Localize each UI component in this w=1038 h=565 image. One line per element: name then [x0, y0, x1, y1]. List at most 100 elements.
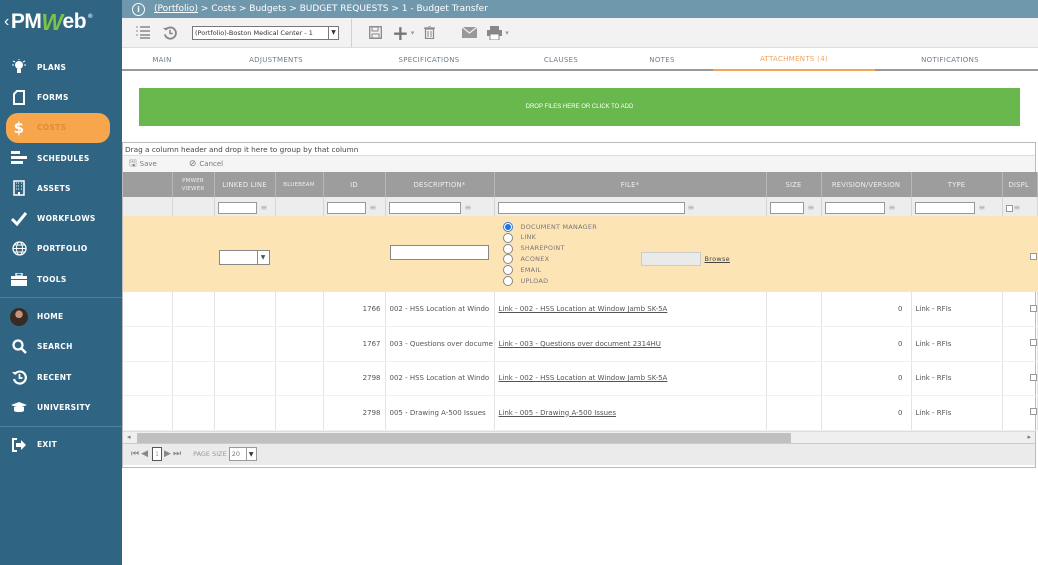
column-header-file[interactable]: FILE* — [494, 172, 767, 197]
id-filter-input[interactable] — [326, 201, 366, 214]
column-header-description[interactable]: DESCRIPTION* — [385, 172, 495, 197]
description-filter-input[interactable] — [388, 201, 461, 214]
breadcrumb-portfolio-link[interactable]: (Portfolio) — [154, 4, 198, 14]
filter-icon[interactable]: ≡ — [979, 203, 986, 212]
prev-page-icon[interactable]: ◀ — [141, 449, 148, 459]
delete-icon[interactable] — [424, 26, 436, 39]
sidebar: ‹ PMWeb® PLANS FORMS $ COSTS SCHEDULES — [0, 0, 122, 565]
list-icon[interactable] — [136, 26, 150, 39]
info-icon[interactable]: i — [132, 2, 145, 16]
print-icon[interactable]: ▾ — [487, 25, 509, 40]
filter-icon[interactable]: ≡ — [808, 203, 815, 212]
grid-cancel-button[interactable]: ⊘ Cancel — [189, 159, 239, 169]
display-checkbox[interactable] — [1029, 373, 1036, 381]
save-icon[interactable] — [369, 26, 382, 39]
file-path-box[interactable] — [640, 251, 701, 266]
next-page-icon[interactable]: ▶ — [164, 449, 171, 459]
file-filter-input[interactable] — [497, 201, 685, 214]
type-filter-input[interactable] — [914, 201, 975, 214]
column-header-display[interactable]: DISPL — [1002, 172, 1038, 197]
sidebar-item-university[interactable]: UNIVERSITY — [0, 392, 122, 422]
display-checkbox[interactable] — [1029, 339, 1036, 347]
tab-main[interactable]: MAIN — [122, 48, 202, 71]
column-header-pmweb-viewer[interactable]: PMWEB VIEWER — [172, 172, 215, 197]
radio-sharepoint[interactable]: SHAREPOINT — [502, 243, 766, 254]
scrollbar-thumb[interactable] — [137, 432, 791, 443]
sidebar-item-search[interactable]: SEARCH — [0, 332, 122, 362]
display-filter-checkbox[interactable] — [1005, 205, 1013, 212]
sidebar-item-assets[interactable]: ASSETS — [0, 173, 122, 203]
tab-specifications[interactable]: SPECIFICATIONS — [350, 48, 508, 71]
display-checkbox[interactable] — [1029, 408, 1036, 416]
filter-icon[interactable]: ≡ — [261, 203, 268, 212]
file-link[interactable]: Link - 005 - Drawing A-500 Issues — [494, 395, 767, 431]
sidebar-item-workflows[interactable]: WORKFLOWS — [0, 203, 122, 233]
tab-clauses[interactable]: CLAUSES — [508, 48, 614, 71]
sidebar-item-schedules[interactable]: SCHEDULES — [0, 143, 122, 173]
sidebar-item-plans[interactable]: PLANS — [0, 52, 122, 82]
table-row[interactable]: 1766 002 - HSS Location at Windo Link - 00… — [123, 292, 1038, 327]
bluebeam-cell — [275, 395, 324, 431]
file-link[interactable]: Link - 003 - Questions over document 231… — [494, 326, 767, 362]
column-header-bluebeam[interactable]: BLUEBEAM — [275, 172, 324, 197]
filter-icon[interactable]: ≡ — [465, 203, 472, 212]
table-row[interactable]: 1767 003 - Questions over docume Link - 00… — [123, 326, 1038, 362]
scroll-left-arrow[interactable]: ◂ — [127, 433, 131, 441]
filter-icon[interactable]: ≡ — [1014, 203, 1021, 212]
browse-link[interactable]: Browse — [705, 254, 730, 265]
history-icon[interactable] — [163, 26, 177, 40]
first-page-icon[interactable]: ⏮ — [131, 449, 139, 459]
radio-link[interactable]: LINK — [502, 232, 766, 243]
tab-notifications[interactable]: NOTIFICATIONS — [875, 48, 1025, 71]
column-header-type[interactable]: TYPE — [911, 172, 1003, 197]
column-header-linked-line[interactable]: LINKED LINE — [214, 172, 276, 197]
back-chevron-icon[interactable]: ‹ — [4, 13, 9, 31]
group-by-area[interactable]: Drag a column header and drop it here to… — [123, 143, 1035, 156]
page-size-select[interactable]: 20 ▼ — [228, 447, 257, 461]
linked-line-filter-input[interactable] — [217, 201, 257, 214]
tab-attachments[interactable]: ATTACHMENTS (4) — [713, 48, 875, 71]
current-page-input[interactable]: 1 — [152, 447, 163, 461]
email-icon[interactable] — [462, 27, 478, 38]
description-cell: 002 - HSS Location at Windo — [385, 292, 495, 327]
sidebar-item-costs[interactable]: $ COSTS — [6, 112, 110, 143]
sidebar-item-portfolio[interactable]: PORTFOLIO — [0, 234, 122, 264]
sidebar-item-exit[interactable]: EXIT — [0, 430, 122, 460]
filter-icon[interactable]: ≡ — [889, 203, 896, 212]
size-filter-input[interactable] — [769, 201, 804, 214]
table-row[interactable]: 2798 002 - HSS Location at Windo Link - 00… — [123, 360, 1038, 396]
horizontal-scrollbar[interactable]: ◂ ▸ — [123, 430, 1035, 443]
filter-icon[interactable]: ≡ — [688, 203, 695, 212]
column-header-revision[interactable]: REVISION/VERSION — [821, 172, 912, 197]
grid-save-button[interactable]: 🖫 Save — [129, 156, 173, 172]
sidebar-item-tools[interactable]: TOOLS — [0, 264, 122, 294]
project-select[interactable]: (Portfolio)-Boston Medical Center - 1 ▼ — [192, 25, 339, 40]
bluebeam-cell — [275, 326, 324, 362]
radio-upload[interactable]: UPLOAD — [502, 275, 766, 287]
table-row[interactable]: 2798 005 - Drawing A-500 Issues Link - 005… — [123, 395, 1038, 431]
file-link[interactable]: Link - 002 - HSS Location at Window Jamb… — [494, 360, 767, 396]
file-drop-zone[interactable]: DROP FILES HERE OR CLICK TO ADD — [139, 88, 1020, 126]
display-checkbox[interactable] — [1029, 304, 1036, 312]
last-page-icon[interactable]: ⏭ — [173, 449, 181, 459]
scroll-right-arrow[interactable]: ▸ — [1027, 433, 1031, 441]
tab-adjustments[interactable]: ADJUSTMENTS — [202, 48, 350, 71]
display-checkbox[interactable] — [1029, 252, 1037, 260]
pmweb-logo[interactable]: ‹ PM Web ® — [0, 0, 122, 44]
description-input[interactable] — [389, 244, 489, 260]
column-header-id[interactable]: ID — [323, 172, 386, 197]
sidebar-item-recent[interactable]: RECENT — [0, 362, 122, 392]
column-header-size[interactable]: SIZE — [766, 172, 822, 197]
tab-notes[interactable]: NOTES — [614, 48, 710, 71]
filter-icon[interactable]: ≡ — [370, 203, 377, 212]
sidebar-item-forms[interactable]: FORMS — [0, 82, 122, 112]
sidebar-item-label: TOOLS — [37, 274, 67, 284]
sidebar-item-home[interactable]: HOME — [0, 301, 122, 331]
column-header-select — [123, 172, 173, 197]
file-link[interactable]: Link - 002 - HSS Location at Window Jamb… — [494, 292, 767, 327]
revision-filter-input[interactable] — [824, 201, 885, 214]
radio-email[interactable]: EMAIL — [502, 265, 766, 276]
add-icon[interactable]: + ▾ — [392, 21, 414, 45]
linked-line-select[interactable]: ▼ — [218, 249, 270, 265]
radio-document-manager[interactable]: DOCUMENT MANAGER — [502, 222, 766, 233]
